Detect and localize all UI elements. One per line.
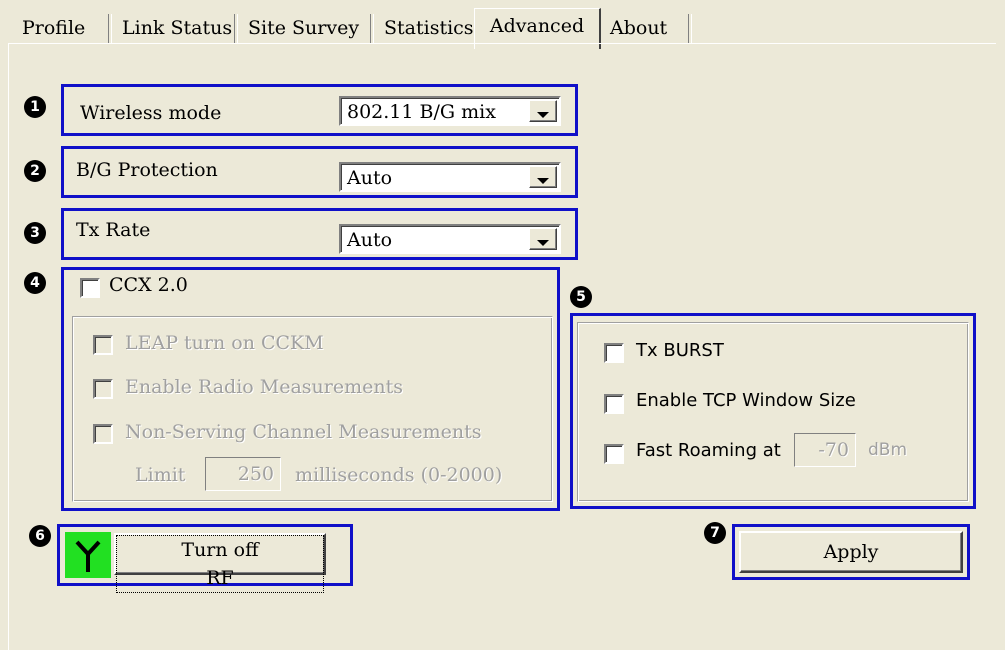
- ccx-label: CCX 2.0: [109, 274, 188, 296]
- wireless-mode-value: 802.11 B/G mix: [347, 101, 496, 123]
- limit-unit-label: milliseconds (0-2000): [295, 464, 503, 486]
- tab-separator: [234, 14, 238, 44]
- tab-about[interactable]: About: [602, 12, 675, 44]
- callout-badge-2: 2: [24, 160, 46, 182]
- tx-burst-label: Tx BURST: [636, 340, 724, 361]
- tab-separator: [108, 14, 112, 44]
- fast-roaming-label: Fast Roaming at: [636, 440, 781, 461]
- options-highlight: Tx BURST Enable TCP Window Size Fast Roa…: [570, 313, 976, 509]
- tx-burst-checkbox[interactable]: [604, 343, 624, 363]
- ccx-highlight: CCX 2.0 LEAP turn on CCKM Enable Radio M…: [61, 267, 560, 511]
- wireless-mode-select[interactable]: 802.11 B/G mix: [339, 96, 561, 126]
- callout-badge-3: 3: [24, 222, 46, 244]
- tab-separator: [370, 14, 374, 44]
- ccx-group: LEAP turn on CCKM Enable Radio Measureme…: [72, 316, 553, 502]
- tab-link-status[interactable]: Link Status: [114, 12, 240, 44]
- tx-rate-value: Auto: [347, 229, 393, 251]
- radio-measurements-checkbox[interactable]: [93, 379, 113, 399]
- radio-measurements-label: Enable Radio Measurements: [125, 376, 403, 398]
- callout-badge-5: 5: [570, 286, 592, 308]
- callout-badge-7: 7: [704, 522, 726, 544]
- roaming-threshold-field[interactable]: -70: [794, 433, 856, 467]
- non-serving-checkbox[interactable]: [93, 424, 113, 444]
- tx-rate-label: Tx Rate: [76, 219, 151, 241]
- tab-separator: [688, 14, 692, 44]
- tab-bar: Profile Link Status Site Survey Statisti…: [8, 8, 996, 49]
- tx-rate-select[interactable]: Auto: [339, 224, 561, 254]
- tcp-window-checkbox[interactable]: [604, 394, 624, 414]
- callout-badge-1: 1: [24, 96, 46, 118]
- apply-highlight: Apply: [732, 524, 970, 580]
- wireless-mode-highlight: Wireless mode 802.11 B/G mix: [61, 84, 578, 136]
- rf-highlight: Turn off RF: [57, 524, 353, 593]
- wireless-mode-label: Wireless mode: [80, 102, 222, 124]
- leap-checkbox[interactable]: [93, 335, 113, 355]
- bg-protection-value: Auto: [347, 167, 393, 189]
- chevron-down-icon[interactable]: [529, 166, 557, 188]
- antenna-icon: [65, 532, 111, 578]
- limit-label: Limit: [135, 464, 186, 486]
- tab-profile[interactable]: Profile: [14, 12, 93, 44]
- tab-statistics[interactable]: Statistics: [376, 12, 482, 44]
- non-serving-label: Non-Serving Channel Measurements: [125, 421, 482, 443]
- limit-field[interactable]: 250: [205, 457, 281, 491]
- turn-off-rf-button[interactable]: Turn off RF: [114, 533, 326, 593]
- callout-badge-4: 4: [24, 272, 46, 294]
- apply-button[interactable]: Apply: [739, 531, 963, 573]
- leap-label: LEAP turn on CCKM: [125, 332, 324, 354]
- roaming-unit-label: dBm: [868, 440, 908, 460]
- ccx-checkbox[interactable]: [80, 278, 100, 298]
- chevron-down-icon[interactable]: [529, 100, 557, 122]
- fast-roaming-checkbox[interactable]: [604, 444, 624, 464]
- options-group: Tx BURST Enable TCP Window Size Fast Roa…: [577, 322, 969, 502]
- turn-off-rf-label: Turn off RF: [116, 535, 324, 593]
- chevron-down-icon[interactable]: [529, 228, 557, 250]
- callout-badge-6: 6: [29, 525, 51, 547]
- bg-protection-highlight: B/G Protection Auto: [61, 146, 578, 198]
- tcp-window-label: Enable TCP Window Size: [636, 390, 856, 411]
- bg-protection-label: B/G Protection: [76, 159, 218, 181]
- tx-rate-highlight: Tx Rate Auto: [61, 208, 578, 260]
- tab-site-survey[interactable]: Site Survey: [240, 12, 367, 44]
- bg-protection-select[interactable]: Auto: [339, 162, 561, 192]
